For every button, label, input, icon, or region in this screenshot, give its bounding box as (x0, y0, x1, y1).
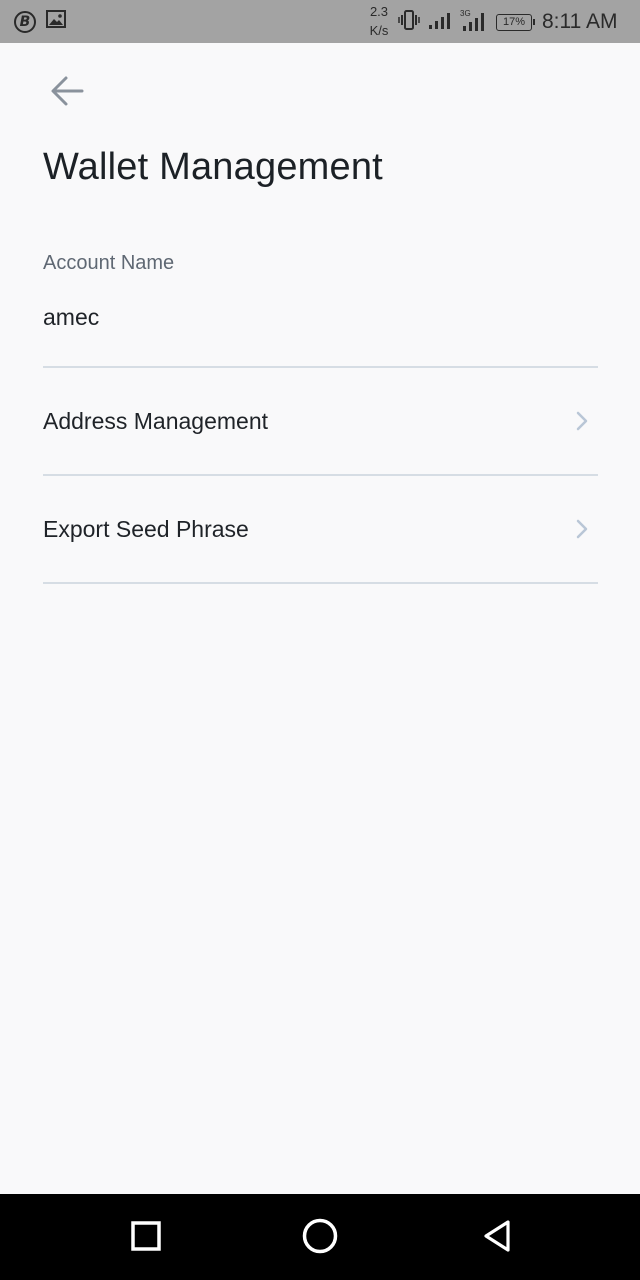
status-bar: B 2.3 K/s 3G 17% 8:11 AM (0, 0, 640, 43)
back-triangle-icon (482, 1219, 514, 1258)
navigation-bar (0, 1194, 640, 1280)
battery-level: 17% (502, 15, 526, 28)
back-button[interactable] (42, 68, 92, 118)
recents-button[interactable] (122, 1214, 170, 1262)
divider (43, 582, 598, 584)
arrow-left-icon (49, 73, 85, 114)
home-circle-icon (301, 1217, 339, 1260)
home-button[interactable] (296, 1214, 344, 1262)
recents-square-icon (130, 1220, 162, 1257)
signal-icon (428, 10, 452, 35)
battery-icon: 17% (496, 13, 535, 31)
account-name-label: Account Name (43, 252, 175, 274)
vibrate-icon (398, 9, 420, 36)
export-seed-phrase-row[interactable]: Export Seed Phrase (43, 476, 598, 582)
chevron-right-icon (572, 519, 592, 539)
svg-text:3G: 3G (460, 9, 471, 18)
export-seed-phrase-label: Export Seed Phrase (43, 515, 249, 542)
status-bar-right: 3G 17% 8:11 AM (398, 8, 618, 36)
signal-3g-icon: 3G (460, 8, 488, 37)
network-speed: 2.3 K/s (364, 2, 394, 40)
network-speed-unit: K/s (369, 23, 389, 38)
system-back-button[interactable] (474, 1214, 522, 1262)
bitcoin-icon: B (14, 10, 36, 33)
chevron-right-icon (572, 411, 592, 431)
status-bar-left: B (14, 10, 66, 33)
address-management-label: Address Management (43, 407, 269, 434)
address-management-row[interactable]: Address Management (43, 368, 598, 474)
image-icon (46, 10, 66, 33)
status-time: 8:11 AM (542, 10, 618, 33)
account-name-value[interactable]: amec (43, 304, 99, 331)
network-speed-value: 2.3 (369, 4, 389, 19)
page-title: Wallet Management (43, 146, 383, 188)
